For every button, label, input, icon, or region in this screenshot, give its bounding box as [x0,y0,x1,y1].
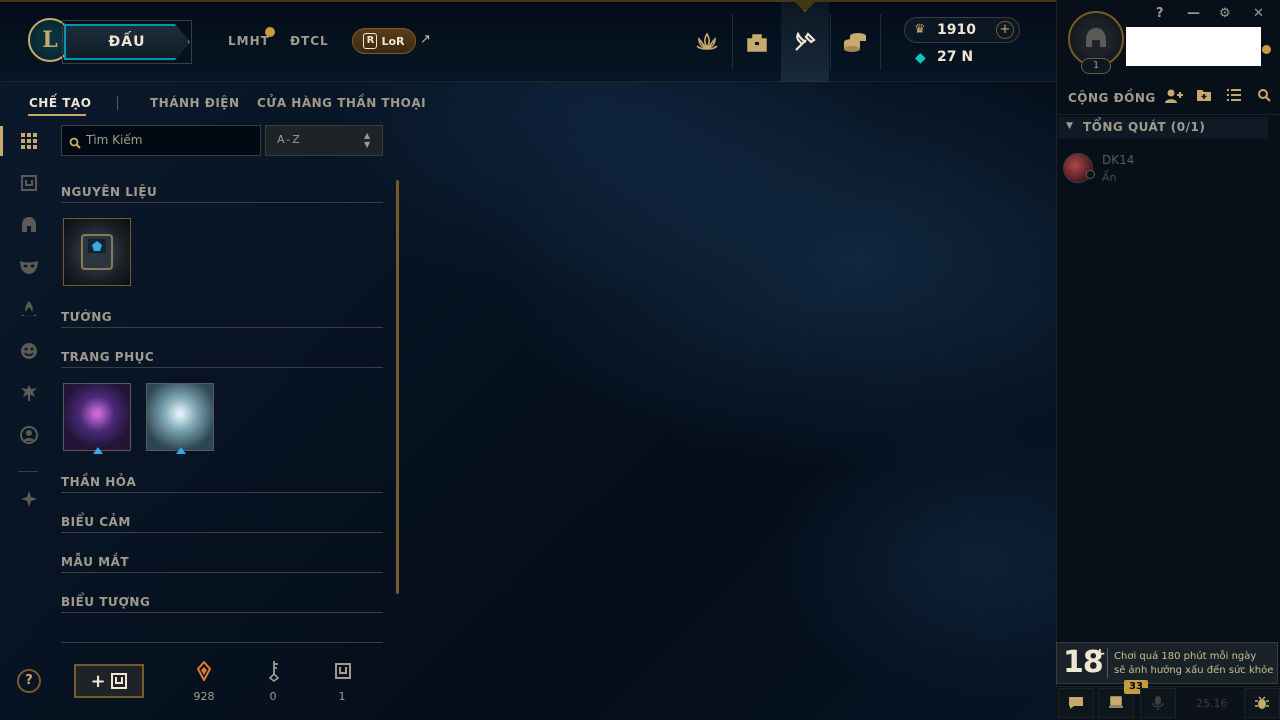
shard-marker-icon [93,447,103,454]
sort-value: A-Z [277,133,302,146]
chat-icon[interactable] [1058,688,1094,718]
helmet-avatar-icon [1086,28,1106,47]
sidebar-active-indicator [0,126,3,156]
buy-rp-button[interactable]: + [996,21,1014,39]
rp-value: 1910 [937,22,976,38]
help-button[interactable]: ? [17,669,41,693]
nav-separator [830,14,831,70]
mask-icon[interactable] [18,256,40,278]
key-fragment-value: 0 [269,690,277,703]
craft-chest-button[interactable]: + [74,664,144,698]
category-label: TRANG PHỤC [61,350,155,364]
social-title: CỘNG ĐỒNG [1068,91,1156,105]
account-icon[interactable] [18,424,40,446]
blue-essence-icon: ◆ [915,50,926,66]
blue-essence-value: 27 N [937,49,974,65]
collection-crafting-icon[interactable] [787,24,823,60]
category-label: BIỂU CẢM [61,515,131,529]
grid-icon[interactable] [18,130,40,152]
lor-label: LoR [381,34,405,48]
online-status-dot [1262,45,1271,54]
warning-line-2: sẽ ảnh hưởng xấu đến sức khỏe [1114,665,1274,676]
category-label: MẪU MẮT [61,555,130,569]
friend-group-label: TỔNG QUÁT (0/1) [1083,120,1206,134]
friend-status-icon [1086,170,1095,179]
sort-arrows-icon: ▲ ▼ [364,131,371,149]
tab-sanctum[interactable]: THÁNH ĐIỆN [150,96,240,110]
emote-icon[interactable] [18,340,40,362]
footer-divider [61,642,383,643]
close-button[interactable]: ✕ [1253,6,1264,21]
notification-dot [265,27,275,37]
level-badge: 1 [1081,58,1111,74]
lor-icon: R [363,33,378,49]
tab-crafting[interactable]: CHẾ TẠO [29,96,91,110]
profile-bag-icon[interactable] [739,24,775,60]
skin-shard-item[interactable] [146,383,214,451]
settings-gear-icon[interactable]: ⚙ [1219,6,1231,21]
tab-separator [117,96,118,110]
eternals-icon[interactable] [18,488,40,510]
category-label: THẦN HỎA [61,475,137,489]
client-version: 25.16 [1196,697,1228,710]
chest-count-value: 1 [338,690,346,703]
friend-name[interactable]: DK14 [1102,153,1134,167]
category-label: TƯỚNG [61,310,113,324]
nav-lol[interactable]: LMHT [228,34,270,48]
shard-marker-icon [176,447,186,454]
add-friend-icon[interactable] [1164,88,1184,108]
category-eyes: MẪU MẮT [61,551,383,573]
play-button[interactable]: ĐẤU [64,24,190,60]
category-champions: TƯỚNG [61,306,383,328]
bug-report-icon[interactable] [1244,688,1280,718]
list-icon[interactable] [1226,88,1242,106]
warning-divider [1107,648,1108,678]
scrollbar[interactable] [396,180,399,594]
category-icons: BIỂU TƯỢNG [61,591,383,613]
nav-separator [880,14,881,70]
chest-icon [333,660,353,682]
add-folder-icon[interactable] [1196,88,1212,106]
orange-essence-icon [194,660,214,682]
help-icon[interactable]: ? [1156,6,1164,21]
tab-mythic-shop[interactable]: CỬA HÀNG THẦN THOẠI [257,96,426,110]
category-skins: TRANG PHỤC [61,346,383,368]
search-input[interactable] [86,130,256,150]
active-tab-underline [28,114,86,116]
sidebar-divider [18,471,38,472]
store-coins-icon[interactable] [837,24,873,60]
skin-shard-item[interactable] [63,383,131,451]
rp-icon: ♛ [914,22,926,37]
category-label: NGUYÊN LIỆU [61,185,158,199]
search-icon[interactable] [1257,88,1271,106]
chest-icon [110,673,127,689]
nav-separator [732,14,733,70]
external-link-icon: ↗ [420,32,431,47]
category-emotes: BIỂU CẢM [61,511,383,533]
friend-status-text: Ẩn [1102,171,1117,184]
age-rating-plus: + [1094,646,1106,662]
home-lotus-icon[interactable] [689,24,725,60]
lor-button[interactable]: R LoR [352,28,416,54]
hextech-chest-item[interactable] [63,218,131,286]
plus-icon: + [90,670,106,692]
chevron-down-icon: ▼ [1066,121,1073,131]
category-materials: NGUYÊN LIỆU [61,181,383,203]
minimize-button[interactable]: — [1187,6,1200,21]
helmet-icon[interactable] [18,214,40,236]
hextech-chest-icon [81,234,113,270]
category-label: BIỂU TƯỢNG [61,595,151,609]
warning-line-1: Chơi quá 180 phút mỗi ngày [1114,651,1257,662]
nav-tft[interactable]: ĐTCL [290,34,329,48]
search-icon [69,134,81,153]
category-wards: THẦN HỎA [61,471,383,493]
totem-icon[interactable] [18,382,40,404]
key-fragment-icon [264,660,284,682]
ward-icon[interactable] [18,298,40,320]
summoner-name-redacted [1126,27,1261,66]
chest-icon[interactable] [18,172,40,194]
orange-essence-value: 928 [193,690,215,703]
voice-mic-icon[interactable] [1140,688,1176,718]
